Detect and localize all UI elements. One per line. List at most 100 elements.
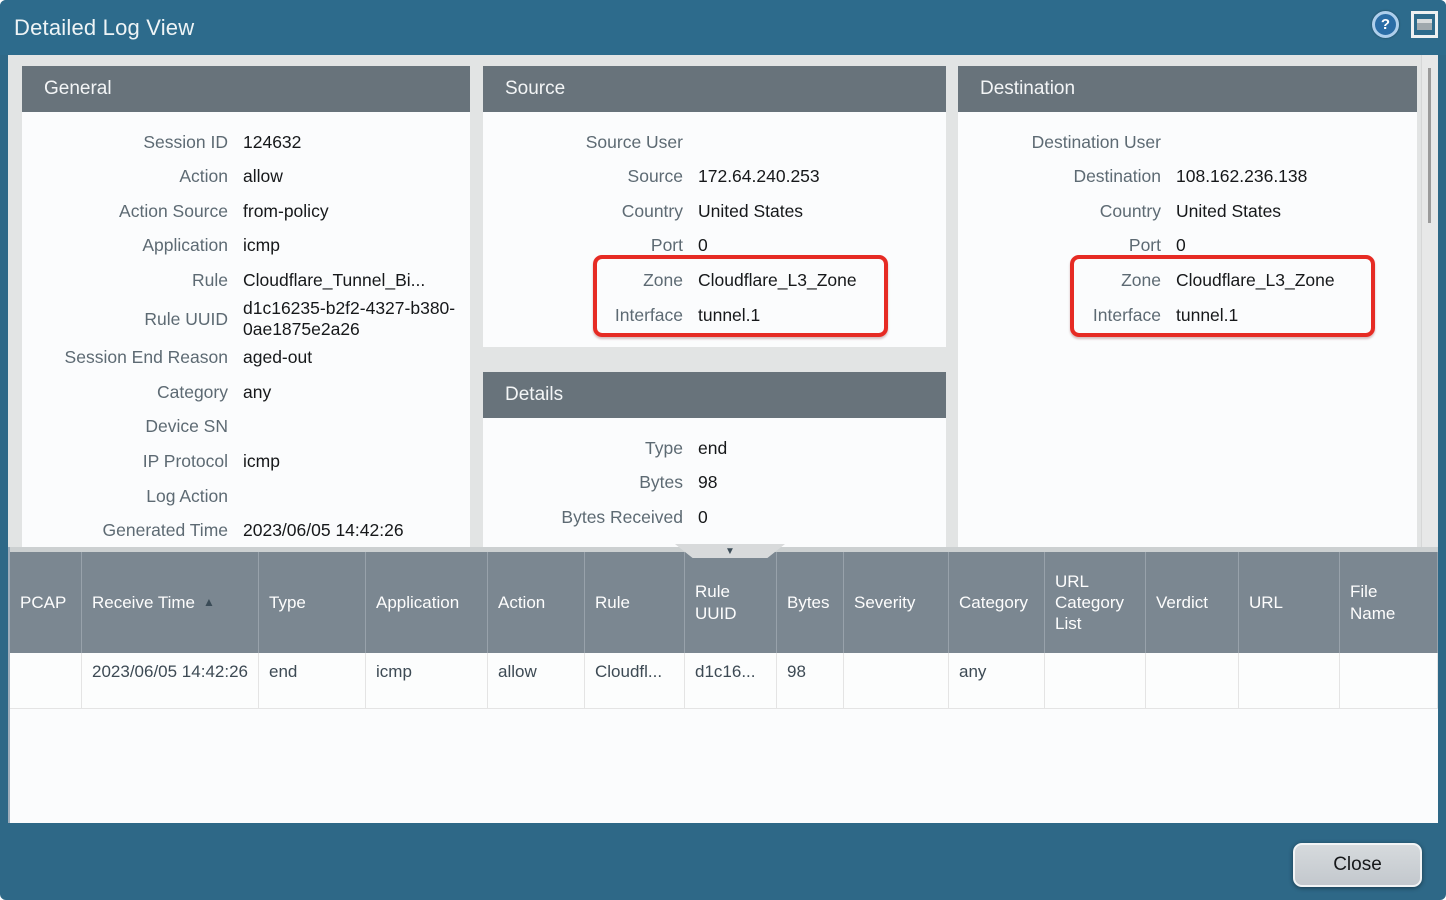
column-header-receive-time[interactable]: Receive Time ▲ bbox=[82, 552, 259, 653]
field-label: Destination bbox=[958, 166, 1161, 187]
destination-panel-header: Destination bbox=[958, 66, 1417, 112]
field-value: 0 bbox=[683, 235, 936, 256]
column-label: Verdict bbox=[1156, 592, 1208, 613]
field-value: aged-out bbox=[228, 347, 460, 368]
field-row-log-action: Log Action bbox=[22, 479, 460, 514]
restore-window-icon[interactable] bbox=[1411, 11, 1438, 38]
field-label: Source User bbox=[483, 132, 683, 153]
cell-application: icmp bbox=[366, 653, 488, 709]
cell-category: any bbox=[949, 653, 1045, 709]
details-panel-header: Details bbox=[483, 372, 946, 418]
field-label: Log Action bbox=[22, 486, 228, 507]
cell-rule-uuid: d1c16... bbox=[685, 653, 777, 709]
field-value: United States bbox=[683, 201, 936, 222]
column-label: Application bbox=[376, 592, 459, 613]
field-value: any bbox=[228, 382, 460, 403]
general-panel-body: Session ID 124632 Action allow Action So… bbox=[22, 112, 470, 547]
column-label: PCAP bbox=[20, 592, 66, 613]
column-header-application[interactable]: Application bbox=[366, 552, 488, 653]
sort-ascending-icon: ▲ bbox=[203, 595, 215, 610]
field-label: Session ID bbox=[22, 132, 228, 153]
cell-verdict bbox=[1146, 653, 1239, 709]
field-row-device-sn: Device SN bbox=[22, 410, 460, 445]
vertical-scrollbar-thumb[interactable] bbox=[1428, 68, 1431, 223]
field-value: icmp bbox=[228, 235, 460, 256]
details-panel: Details Type end Bytes 98 Bytes Received… bbox=[483, 372, 946, 547]
collapse-panel-handle[interactable]: ▼ bbox=[675, 544, 785, 558]
field-value: 2023/06/05 14:42:26 bbox=[228, 520, 460, 541]
column-header-rule[interactable]: Rule bbox=[585, 552, 685, 653]
field-value: 98 bbox=[683, 472, 936, 493]
field-value: Cloudflare_L3_Zone bbox=[1161, 270, 1407, 291]
cell-url bbox=[1239, 653, 1340, 709]
field-row-generated-time: Generated Time 2023/06/05 14:42:26 bbox=[22, 514, 460, 547]
field-row-rule-uuid: Rule UUID d1c16235-b2f2-4327-b380-0ae187… bbox=[22, 298, 460, 341]
column-label: Rule bbox=[595, 592, 630, 613]
column-header-url-category-list[interactable]: URL Category List bbox=[1045, 552, 1146, 653]
general-panel: General Session ID 124632 Action allow A… bbox=[22, 66, 470, 547]
column-header-severity[interactable]: Severity bbox=[844, 552, 949, 653]
field-row-action-source: Action Source from-policy bbox=[22, 194, 460, 229]
field-label: Application bbox=[22, 235, 228, 256]
source-panel-body: Source User Source 172.64.240.253 Countr… bbox=[483, 112, 946, 347]
source-panel: Source Source User Source 172.64.240.253… bbox=[483, 66, 946, 347]
field-value: icmp bbox=[228, 451, 460, 472]
column-label: Bytes bbox=[787, 592, 830, 613]
column-header-verdict[interactable]: Verdict bbox=[1146, 552, 1239, 653]
field-label: Country bbox=[483, 201, 683, 222]
column-header-category[interactable]: Category bbox=[949, 552, 1045, 653]
close-button[interactable]: Close bbox=[1293, 843, 1422, 887]
cell-url-category-list bbox=[1045, 653, 1146, 709]
destination-panel-body: Destination User Destination 108.162.236… bbox=[958, 112, 1417, 547]
field-value: 108.162.236.138 bbox=[1161, 166, 1407, 187]
vertical-scrollbar[interactable] bbox=[1421, 55, 1438, 547]
column-header-type[interactable]: Type bbox=[259, 552, 366, 653]
column-header-action[interactable]: Action bbox=[488, 552, 585, 653]
titlebar-icons: ? bbox=[1372, 11, 1438, 38]
column-label: Category bbox=[959, 592, 1028, 613]
field-label: Rule UUID bbox=[22, 309, 228, 330]
column-header-bytes[interactable]: Bytes bbox=[777, 552, 844, 653]
field-row-ip-protocol: IP Protocol icmp bbox=[22, 444, 460, 479]
field-row-session-end-reason: Session End Reason aged-out bbox=[22, 341, 460, 376]
field-row-zone: Zone Cloudflare_L3_Zone bbox=[958, 263, 1407, 298]
field-value: Cloudflare_L3_Zone bbox=[683, 270, 936, 291]
field-row-application: Application icmp bbox=[22, 229, 460, 264]
column-header-rule-uuid[interactable]: Rule UUID bbox=[685, 552, 777, 653]
table-row[interactable]: 2023/06/05 14:42:26 end icmp allow Cloud… bbox=[10, 653, 1438, 709]
field-value: 0 bbox=[683, 507, 936, 528]
field-value: United States bbox=[1161, 201, 1407, 222]
field-label: Source bbox=[483, 166, 683, 187]
field-row-type: Type end bbox=[483, 431, 936, 466]
field-label: Bytes Received bbox=[483, 507, 683, 528]
restore-window-icon-glyph bbox=[1417, 19, 1432, 30]
column-label: Receive Time bbox=[92, 592, 195, 613]
field-value: 0 bbox=[1161, 235, 1407, 256]
column-label: Action bbox=[498, 592, 545, 613]
field-label: Action bbox=[22, 166, 228, 187]
field-row-bytes: Bytes 98 bbox=[483, 466, 936, 501]
help-icon[interactable]: ? bbox=[1372, 11, 1399, 38]
field-label: IP Protocol bbox=[22, 451, 228, 472]
field-row-action: Action allow bbox=[22, 160, 460, 195]
destination-panel: Destination Destination User Destination… bbox=[958, 66, 1417, 547]
field-value: 172.64.240.253 bbox=[683, 166, 936, 187]
field-row-destination-user: Destination User bbox=[958, 125, 1407, 160]
log-detail-panels: General Session ID 124632 Action allow A… bbox=[8, 55, 1438, 547]
field-label: Session End Reason bbox=[22, 347, 228, 368]
column-header-pcap[interactable]: PCAP bbox=[10, 552, 82, 653]
field-row-interface: Interface tunnel.1 bbox=[958, 298, 1407, 333]
field-label: Interface bbox=[958, 305, 1161, 326]
field-row-source: Source 172.64.240.253 bbox=[483, 160, 936, 195]
field-value: d1c16235-b2f2-4327-b380-0ae1875e2a26 bbox=[228, 298, 460, 341]
field-label: Country bbox=[958, 201, 1161, 222]
cell-rule: Cloudfl... bbox=[585, 653, 685, 709]
column-label: File Name bbox=[1350, 581, 1427, 624]
field-value: Cloudflare_Tunnel_Bi... bbox=[228, 270, 460, 291]
field-value: end bbox=[683, 438, 936, 459]
column-header-file-name[interactable]: File Name bbox=[1340, 552, 1438, 653]
log-entries-table: PCAP Receive Time ▲ Type Application Acti… bbox=[8, 547, 1438, 823]
field-label: Interface bbox=[483, 305, 683, 326]
field-label: Rule bbox=[22, 270, 228, 291]
column-header-url[interactable]: URL bbox=[1239, 552, 1340, 653]
